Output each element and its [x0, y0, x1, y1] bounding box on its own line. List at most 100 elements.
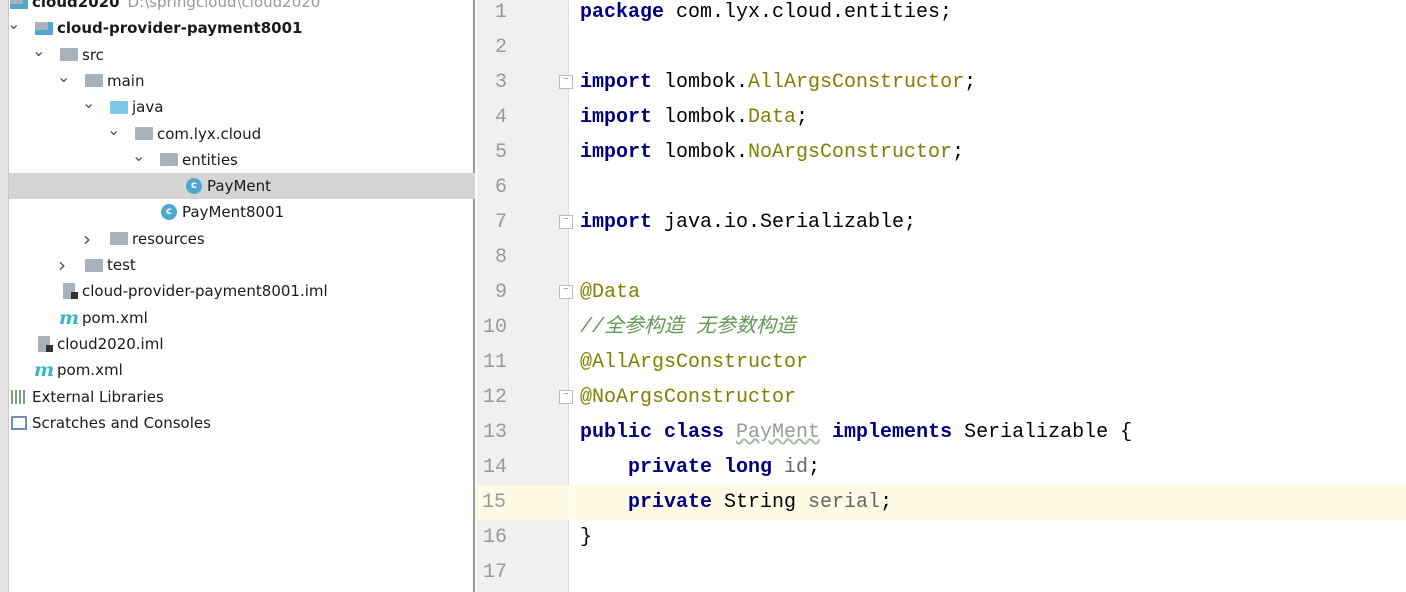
code-line[interactable]: [570, 240, 1406, 275]
tree-item[interactable]: ›Scratches and Consoles: [9, 410, 475, 436]
code-line[interactable]: [570, 170, 1406, 205]
code-line[interactable]: − import lombok.AllArgsConstructor;: [559, 65, 1406, 100]
code-line[interactable]: import lombok.Data;: [570, 100, 1406, 135]
tree-item[interactable]: › test: [9, 252, 475, 278]
folder-icon: [60, 47, 78, 63]
fold-marker-icon[interactable]: −: [559, 75, 573, 89]
tree-item-name: PayMent: [207, 177, 271, 196]
code-line[interactable]: private String serial;: [570, 485, 1406, 520]
code-line[interactable]: [570, 30, 1406, 65]
line-number: 13: [482, 421, 507, 444]
code-line[interactable]: − import java.io.Serializable;: [559, 205, 1406, 240]
code-line[interactable]: [570, 555, 1406, 590]
tree-item[interactable]: c PayMent8001: [9, 199, 475, 225]
code-token-pl: ;: [808, 456, 821, 479]
code-token-ann: @AllArgsConstructor: [580, 351, 809, 374]
maven-icon: m: [33, 359, 55, 382]
code-line[interactable]: − @Data: [559, 275, 1406, 310]
tree-item[interactable]: ›External Libraries: [9, 384, 475, 410]
code-line[interactable]: public class PayMent implements Serializ…: [570, 415, 1406, 450]
class-icon: c: [185, 178, 203, 195]
code-text: import lombok.AllArgsConstructor;: [580, 65, 976, 100]
tree-item-name: cloud2020: [32, 0, 120, 11]
maven-icon: m: [58, 306, 80, 329]
tree-item[interactable]: ⌄ entities: [9, 147, 475, 173]
resources-folder-icon: [110, 231, 128, 247]
code-token-pl: lombok.: [652, 141, 749, 164]
tool-window-strip[interactable]: [0, 0, 9, 592]
chevron-down-icon[interactable]: ⌄: [82, 95, 95, 111]
code-editor[interactable]: package com.lyx.cloud.entities; − import l…: [559, 0, 1406, 592]
tree-item[interactable]: › resources: [9, 226, 475, 252]
code-token-pl: lombok.: [652, 71, 749, 94]
code-text: @NoArgsConstructor: [580, 380, 796, 415]
tree-item-label: pom.xml: [57, 361, 123, 379]
tree-item[interactable]: m pom.xml: [9, 357, 475, 383]
code-line[interactable]: − @NoArgsConstructor: [559, 380, 1406, 415]
line-number: 16: [482, 526, 507, 549]
tree-item[interactable]: ⌄ src: [9, 42, 475, 68]
tree-item[interactable]: ⌄ java: [9, 94, 475, 120]
code-text: private long id;: [580, 450, 820, 485]
line-number: 14: [482, 456, 507, 479]
code-token-ann: Data: [748, 106, 797, 129]
code-line[interactable]: import lombok.NoArgsConstructor;: [570, 135, 1406, 170]
chevron-down-icon[interactable]: ⌄: [57, 68, 70, 84]
tree-item[interactable]: m pom.xml: [9, 305, 475, 331]
code-token-fld: id: [784, 456, 809, 479]
code-line[interactable]: //全参构造 无参数构造: [570, 310, 1406, 345]
tree-item[interactable]: ⌄ com.lyx.cloud: [9, 121, 475, 147]
tree-item[interactable]: cloud-provider-payment8001.iml: [9, 278, 475, 304]
line-number: 3: [494, 71, 507, 94]
code-token-pl: lombok.: [652, 106, 749, 129]
code-line[interactable]: }: [570, 520, 1406, 555]
tree-item-label: main: [107, 72, 144, 90]
code-text: @AllArgsConstructor: [580, 345, 808, 380]
tree-item-name: Scratches and Consoles: [32, 413, 211, 432]
libraries-icon: [10, 389, 28, 405]
line-number: 10: [482, 316, 507, 339]
tree-item[interactable]: c PayMent: [9, 173, 475, 200]
code-token-cm: //全参构造 无参数构造: [580, 316, 797, 339]
code-token-ann: AllArgsConstructor: [748, 71, 965, 94]
tree-item[interactable]: ⌄cloud2020D:\springcloud\cloud2020: [9, 0, 475, 15]
code-token-kw: private long: [628, 456, 785, 479]
tree-item[interactable]: cloud2020.iml: [9, 331, 475, 357]
code-token-ann: @NoArgsConstructor: [580, 386, 797, 409]
tree-item-label: cloud2020.iml: [57, 335, 164, 353]
tree-item-label: External Libraries: [32, 388, 164, 406]
tree-item-name: pom.xml: [57, 361, 123, 380]
tree-item-label: cloud2020 D:\springcloud\cloud2020: [32, 0, 320, 11]
tree-item-name: main: [107, 71, 145, 90]
code-token-pl: String: [724, 491, 809, 514]
fold-marker-icon[interactable]: −: [559, 285, 573, 299]
code-line[interactable]: @AllArgsConstructor: [570, 345, 1406, 380]
chevron-right-icon[interactable]: ›: [57, 255, 67, 275]
chevron-right-icon[interactable]: ›: [82, 229, 92, 249]
spring-boot-class-icon: c: [160, 204, 178, 221]
project-tree[interactable]: ⌄ cloud2020 D:\springcloud\cloud2020 ⌄ cloud…: [7, 0, 475, 592]
fold-marker-icon[interactable]: −: [559, 215, 573, 229]
chevron-down-icon[interactable]: ⌄: [7, 16, 20, 32]
tree-item[interactable]: ⌄ cloud-provider-payment8001: [7, 15, 475, 41]
code-token-fld: serial: [808, 491, 881, 514]
module-icon: [10, 0, 28, 10]
fold-marker-icon[interactable]: −: [559, 390, 573, 404]
chevron-down-icon[interactable]: ⌄: [132, 147, 145, 163]
code-line[interactable]: private long id;: [570, 450, 1406, 485]
code-token-kw: public class: [580, 421, 737, 444]
code-token-pl: ;: [796, 106, 809, 129]
tree-item-label: pom.xml: [82, 309, 148, 327]
chevron-down-icon[interactable]: ⌄: [107, 121, 120, 137]
code-text: import lombok.NoArgsConstructor;: [580, 135, 964, 170]
code-line[interactable]: package com.lyx.cloud.entities;: [570, 0, 1406, 30]
code-text: @Data: [580, 275, 640, 310]
line-number: 17: [482, 561, 507, 584]
chevron-down-icon[interactable]: ⌄: [32, 42, 45, 58]
tree-item-name: test: [107, 256, 136, 274]
code-token-ann: @Data: [580, 281, 641, 304]
tree-item-name: resources: [132, 229, 205, 248]
tree-item[interactable]: ⌄ main: [9, 68, 475, 94]
tree-item-name: com.lyx.cloud: [157, 124, 262, 143]
